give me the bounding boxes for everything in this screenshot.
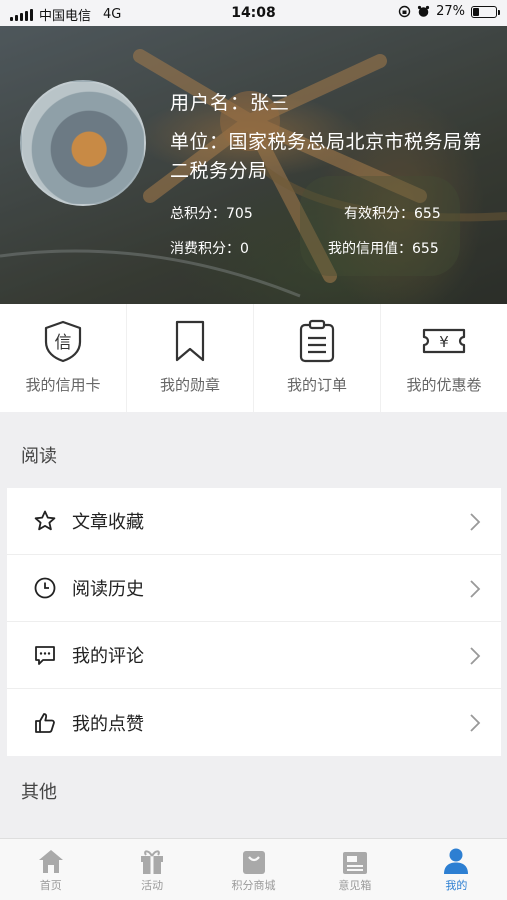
tab-label: 我的 [445,879,468,892]
tab-home[interactable]: 首页 [0,839,101,900]
shopping-bag-icon [242,851,265,874]
svg-text:信: 信 [55,333,72,353]
spent-points: 消费积分：0 [170,241,249,257]
yuan-ticket-icon: ¥ [422,328,466,354]
tab-suggestion-box[interactable]: 意见箱 [304,839,405,900]
rotation-lock-icon [398,5,411,18]
tab-mine[interactable]: 我的 [406,839,507,900]
quick-entry-label: 我的信用卡 [25,376,101,394]
tab-label: 首页 [39,879,62,892]
unit-name: 单位：国家税务总局北京市税务局第二税务分局 [170,131,483,182]
quick-entry-label: 我的订单 [286,376,347,394]
chevron-right-icon [470,714,481,732]
quick-entries: 信 我的信用卡 我的勋章 我的订单 ¥ 我的优惠卷 [0,304,507,412]
thumbs-up-icon [35,712,55,733]
list-item-label: 文章收藏 [72,512,144,533]
home-icon [38,850,63,873]
profile-header: 用户名：张三 单位：国家税务总局北京市税务局第二税务分局 总积分：705 有效积… [0,26,507,304]
quick-entry-label: 我的勋章 [159,376,220,394]
chevron-right-icon [470,647,481,665]
list-item-history[interactable]: 阅读历史 [7,555,501,622]
battery-icon [471,5,500,18]
tab-label: 意见箱 [338,879,372,892]
tab-points-mall[interactable]: 积分商城 [203,839,304,900]
reading-list: 文章收藏 阅读历史 我的评论 我的点赞 [7,488,501,756]
username: 用户名：张三 [170,92,291,114]
chevron-right-icon [470,513,481,531]
quick-entry-label: 我的优惠卷 [406,376,482,394]
quick-entry-medals[interactable]: 我的勋章 [127,304,254,412]
mailbox-icon [342,852,367,874]
list-item-favorites[interactable]: 文章收藏 [7,488,501,555]
quick-entry-orders[interactable]: 我的订单 [254,304,381,412]
avatar[interactable] [20,80,146,206]
battery-percent: 27% [436,4,465,19]
quick-entry-coupons[interactable]: ¥ 我的优惠卷 [381,304,507,412]
user-icon [444,848,469,874]
list-item-label: 阅读历史 [72,579,144,600]
bookmark-icon [175,320,205,362]
star-icon [34,510,56,531]
tab-activities[interactable]: 活动 [101,839,202,900]
tab-label: 活动 [141,879,164,892]
list-item-likes[interactable]: 我的点赞 [7,689,501,756]
svg-text:¥: ¥ [439,333,449,351]
section-title-other: 其他 [21,782,57,803]
status-bar: 中国电信 4G 14:08 27% [0,0,507,26]
quick-entry-credit-card[interactable]: 信 我的信用卡 [0,304,127,412]
section-title-reading: 阅读 [21,446,57,467]
valid-points: 有效积分：655 [344,206,441,222]
clock-icon [34,577,56,599]
list-item-comments[interactable]: 我的评论 [7,622,501,689]
comment-icon [35,646,55,665]
tab-label: 积分商城 [231,879,276,892]
total-points: 总积分：705 [170,206,253,222]
list-item-label: 我的评论 [72,646,144,667]
shield-credit-icon: 信 [44,320,82,363]
list-item-label: 我的点赞 [72,713,144,735]
bottom-tab-bar: 首页 活动 积分商城 意见箱 我的 [0,838,507,900]
chevron-right-icon [470,580,481,598]
alarm-icon [417,5,430,17]
gift-icon [141,850,164,874]
credit-value: 我的信用值：655 [328,241,439,257]
clipboard-icon [299,319,335,363]
